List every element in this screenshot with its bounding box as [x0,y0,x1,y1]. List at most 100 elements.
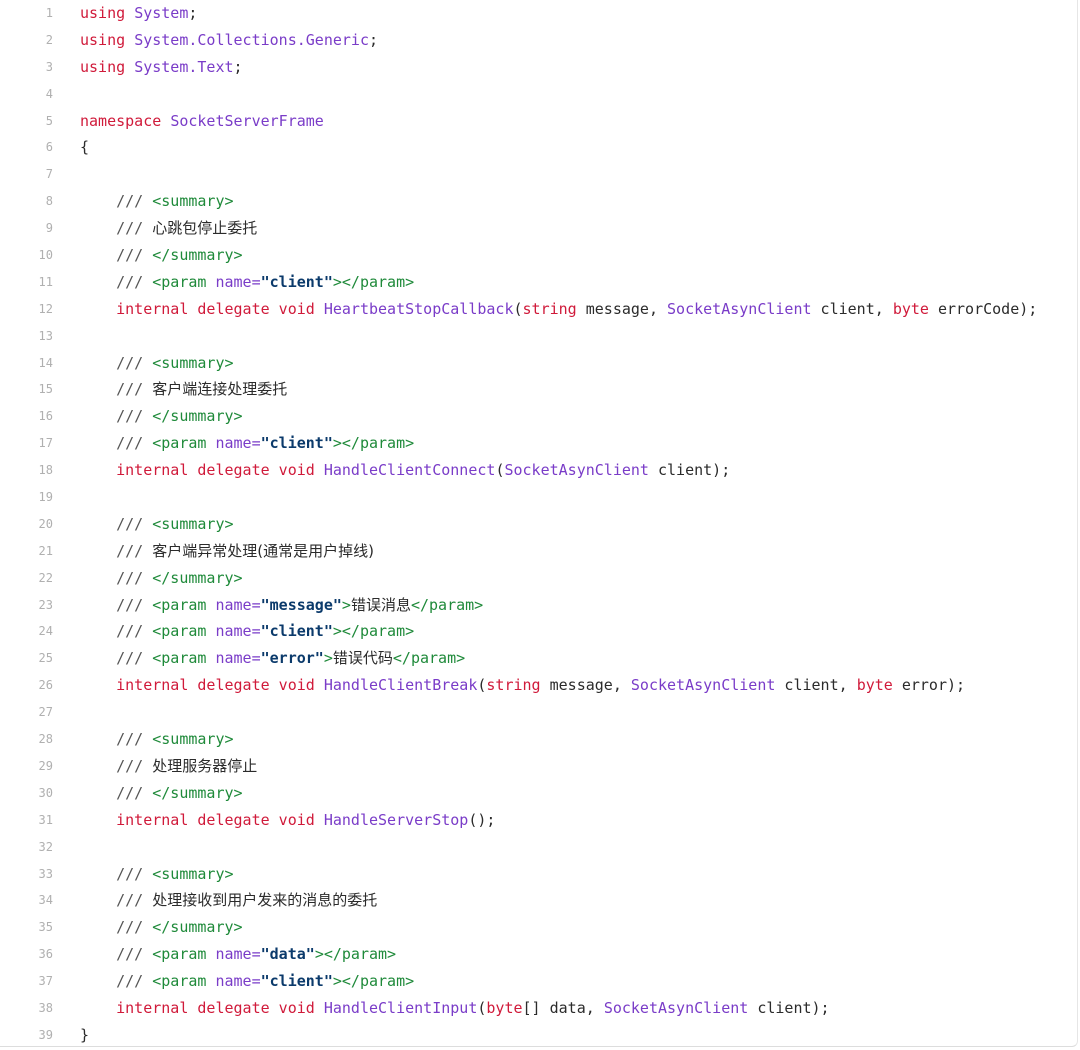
code-token: errorCode); [928,299,1038,318]
code-token: /// [80,945,153,964]
code-token: System.Text [134,57,234,76]
code-line: 29 /// 处理服务器停止 [0,753,1077,780]
code-token: /// [80,730,153,749]
code-token: </summary> [152,783,243,802]
code-token: /// [80,434,153,453]
line-number: 31 [38,812,53,827]
code-token: /// [80,192,153,211]
code-token: "client" [260,272,333,291]
code-line: 31 internal delegate void HandleServerSt… [0,807,1077,834]
code-token: System [134,4,189,22]
code-token: name= [215,649,261,668]
line-number: 6 [45,140,53,155]
code-token: 错误消息 [350,595,411,614]
code-token: SocketAsynClient [504,461,649,480]
line-number: 15 [38,382,53,397]
code-token: /// [80,541,153,560]
code-token: 心跳包停止委托 [152,219,258,238]
code-text: /// </summary> [80,565,1077,592]
line-number: 22 [38,570,53,585]
code-token: internal delegate void [116,810,315,829]
code-token: HandleClientInput [323,998,478,1017]
line-number: 4 [45,86,53,101]
code-text: /// <param name="error">错误代码</param> [80,645,1077,672]
code-line: 19 [0,484,1077,511]
line-number: 8 [45,194,53,209]
line-number: 7 [45,167,53,182]
code-token: namespace [80,111,162,130]
code-line: 15 /// 客户端连接处理委托 [0,376,1077,403]
code-line: 6{ [0,134,1077,161]
code-token: /// [80,783,153,802]
code-line: 5 namespace SocketServerFrame [0,108,1077,135]
code-token: System.Collections.Generic [134,30,369,49]
code-token: ></param> [332,272,415,291]
code-line: 16 /// </summary> [0,403,1077,430]
code-line: 37 /// <param name="client"></param> [0,968,1077,995]
code-token: "data" [260,945,315,964]
code-line: 10 /// </summary> [0,242,1077,269]
code-token: HeartbeatStopCallback [323,299,514,318]
code-text: /// <param name="client"></param> [80,618,1077,645]
code-line: 11 /// <param name="client"></param> [0,269,1077,296]
code-token: name= [215,595,261,614]
code-text: /// </summary> [80,914,1077,941]
code-text: /// 客户端连接处理委托 [80,376,1077,403]
code-token: /// [80,219,153,238]
code-token: ; [369,30,379,49]
line-number: 17 [38,436,53,451]
code-token: "client" [260,434,333,453]
code-token: /// [80,756,153,775]
code-token: /// [80,514,153,533]
code-token: <param [152,972,216,991]
code-token: "message" [260,595,342,614]
code-line: 33 /// <summary> [0,861,1077,888]
code-text: /// </summary> [80,242,1077,269]
line-number: 19 [38,490,53,505]
code-token: internal delegate void [116,998,315,1017]
code-token: message, [540,676,631,695]
code-token: client); [648,461,731,480]
code-line: 2 using System.Collections.Generic; [0,27,1077,54]
code-text: /// 心跳包停止委托 [80,215,1077,242]
code-text: /// 处理服务器停止 [80,753,1077,780]
code-line: 23 /// <param name="message">错误消息</param… [0,592,1077,619]
code-token: string [522,299,577,318]
code-text: /// <param name="message">错误消息</param> [80,592,1077,619]
code-token: ></param> [332,622,415,641]
code-text: internal delegate void HandleClientBreak… [80,672,1077,699]
code-token: using [80,57,126,76]
code-token: <param [152,622,216,641]
code-text: using System; [80,0,1077,27]
code-text: /// <param name="data"></param> [80,941,1077,968]
code-line: 8 /// <summary> [0,188,1077,215]
code-text: using System.Text; [80,54,1077,81]
line-number: 37 [38,974,53,989]
code-token: /// [80,972,153,991]
line-number: 10 [38,248,53,263]
code-token: using [80,30,126,49]
code-text: internal delegate void HandleClientInput… [80,995,1077,1022]
code-token: name= [215,622,261,641]
code-line: 7 [0,161,1077,188]
code-text: internal delegate void HeartbeatStopCall… [80,296,1077,323]
code-token: /// [80,864,153,883]
code-token: <summary> [152,864,234,883]
code-token: /// [80,918,153,937]
code-line: 9 /// 心跳包停止委托 [0,215,1077,242]
line-number: 30 [38,785,53,800]
code-line: 39} [0,1022,1077,1046]
line-number: 11 [38,274,53,289]
code-token: ></param> [332,972,415,991]
line-number: 38 [38,1000,53,1015]
code-token: </summary> [152,407,243,426]
code-token: client); [748,998,830,1017]
code-text: /// <param name="client"></param> [80,430,1077,457]
code-token: HandleClientBreak [323,676,478,695]
code-block: 1 using System; 2 using System.Collections.… [0,0,1078,1047]
